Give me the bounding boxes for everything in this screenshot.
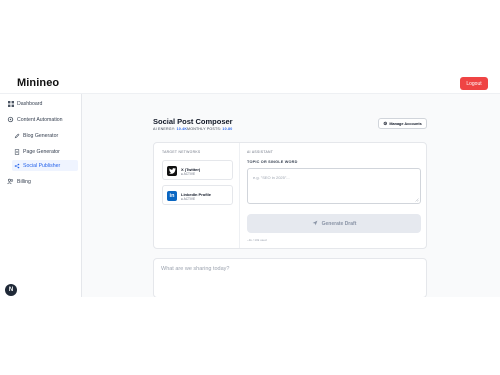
brand-logo: Minineo — [17, 77, 60, 89]
sidebar-item-label: Billing — [17, 178, 31, 185]
energy-stat: AI ENERGY: 10.4K — [153, 127, 187, 131]
post-editor-card[interactable]: What are we sharing today? — [153, 258, 427, 297]
composer-card: TARGET NETWORKS X (Twitter) ● ACTIVE in … — [153, 142, 427, 249]
sidebar-item-label: Page Generator — [23, 148, 60, 155]
twitter-icon — [167, 166, 177, 176]
topic-placeholder: e.g. "SEO in 2025"... — [253, 175, 290, 180]
target-networks-label: TARGET NETWORKS — [162, 150, 201, 154]
sidebar-item-content-automation[interactable]: Content Automation — [4, 114, 78, 125]
topic-label: TOPIC OR SINGLE WORD — [247, 160, 298, 164]
ai-assistant-label: AI ASSISTANT — [247, 150, 274, 154]
sidebar-item-dashboard[interactable]: Dashboard — [4, 98, 78, 109]
network-item-linkedin[interactable]: in LinkedIn Profile ● ACTIVE — [162, 185, 233, 205]
sidebar-item-blog-generator[interactable]: Blog Generator — [12, 130, 78, 141]
pen-icon — [13, 132, 20, 139]
posts-label: MONTHLY POSTS: — [187, 127, 222, 131]
sidebar-item-label: Blog Generator — [23, 132, 59, 139]
network-status: ● ACTIVE — [181, 197, 196, 201]
post-placeholder: What are we sharing today? — [161, 266, 230, 272]
column-divider — [239, 143, 240, 248]
logout-button[interactable]: Logout — [460, 77, 488, 90]
send-icon — [312, 220, 318, 228]
sidebar: Dashboard Content Automation Blog Genera… — [0, 94, 82, 297]
manage-accounts-label: Manage Accounts — [389, 121, 422, 126]
topic-textarea[interactable]: e.g. "SEO in 2025"... — [247, 168, 421, 204]
posts-value: 10.80 — [222, 127, 233, 131]
credits-note: ~1k / 10k used — [247, 238, 267, 242]
sidebar-item-label: Content Automation — [17, 116, 63, 123]
gear-icon: ⚙ — [383, 120, 388, 126]
page-title: Social Post Composer — [153, 117, 233, 126]
network-item-x[interactable]: X (Twitter) ● ACTIVE — [162, 160, 233, 180]
sparkle-icon — [7, 116, 14, 123]
app-frame: Minineo Logout Dashboard Content Automat… — [0, 68, 500, 297]
sidebar-item-label: Social Publisher — [23, 162, 61, 169]
sidebar-item-social-publisher[interactable]: Social Publisher — [12, 160, 78, 171]
top-bar: Minineo Logout — [0, 68, 500, 94]
share-icon — [13, 162, 20, 169]
resize-handle-icon[interactable] — [415, 198, 419, 202]
people-icon — [7, 178, 14, 185]
grid-icon — [7, 100, 14, 107]
sidebar-item-billing[interactable]: Billing — [4, 176, 78, 187]
document-icon — [13, 148, 20, 155]
posts-stat: MONTHLY POSTS: 10.80 — [187, 127, 232, 131]
energy-value: 10.4K — [176, 127, 188, 131]
manage-accounts-button[interactable]: ⚙ Manage Accounts — [378, 118, 427, 129]
sidebar-item-label: Dashboard — [17, 100, 43, 107]
linkedin-icon: in — [167, 191, 177, 201]
generate-draft-button[interactable]: Generate Draft — [247, 214, 421, 233]
sidebar-item-page-generator[interactable]: Page Generator — [12, 146, 78, 157]
energy-label: AI ENERGY: — [153, 127, 176, 131]
avatar[interactable]: N — [5, 284, 17, 296]
network-status: ● ACTIVE — [181, 172, 196, 176]
generate-draft-label: Generate Draft — [321, 220, 357, 227]
